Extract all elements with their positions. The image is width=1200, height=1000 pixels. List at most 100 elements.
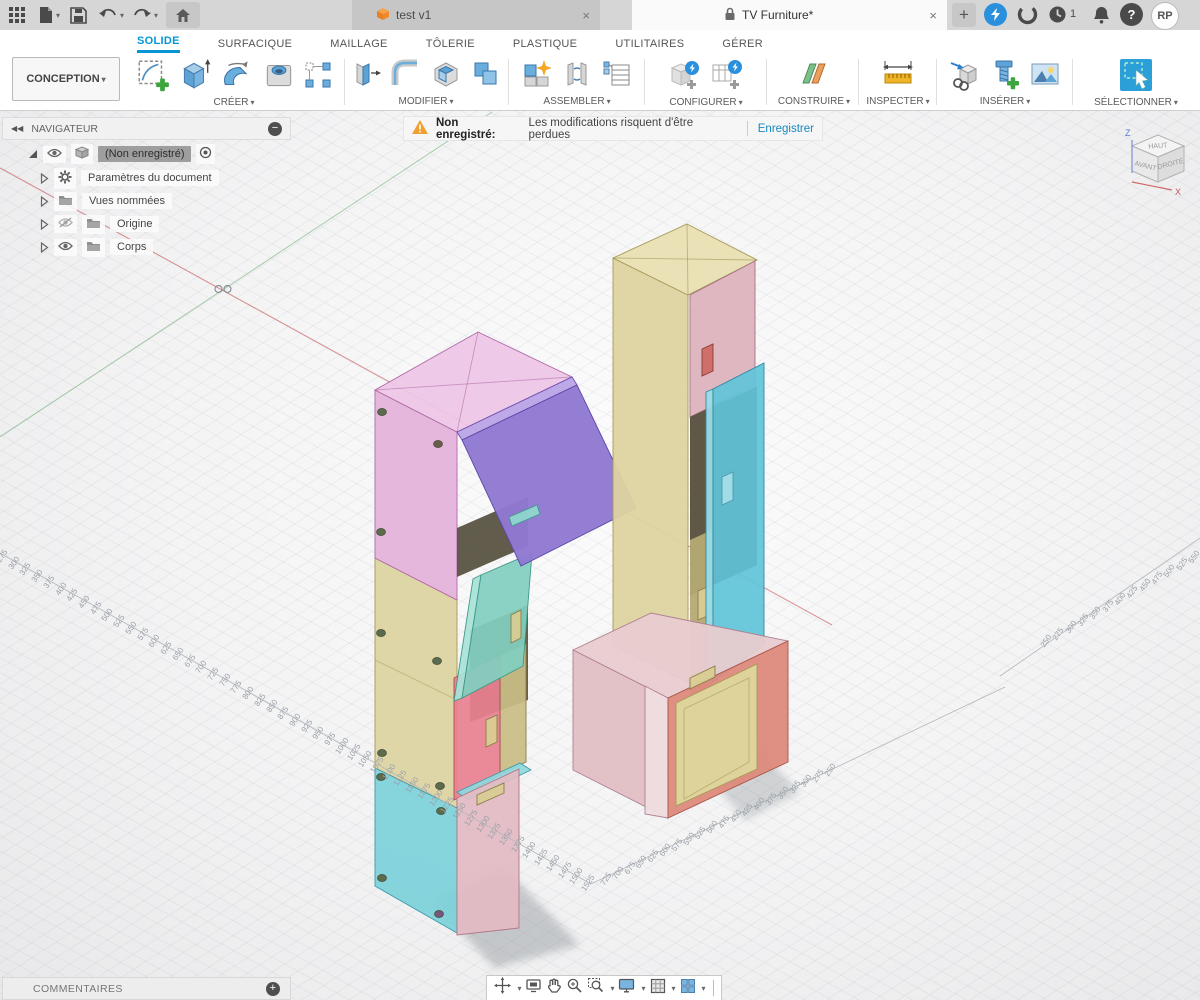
bom-table-button[interactable] [600,57,634,96]
collapse-panel-icon[interactable]: ◀◀ [11,124,23,133]
orbit-icon[interactable] [494,977,511,999]
create-sketch-button[interactable] [135,57,171,98]
tab-utilitaires[interactable]: UTILITAIRES [615,36,684,50]
close-tab-icon[interactable]: × [929,8,937,23]
door-handle [722,472,733,505]
history-clock-icon[interactable] [1046,3,1069,26]
insert-derive-button[interactable] [948,57,982,96]
close-tab-icon[interactable]: × [582,8,590,23]
group-label-inserer[interactable]: INSÉRER [980,96,1024,107]
construct-plane-button[interactable] [797,57,831,96]
file-menu-icon[interactable]: ▾ [38,0,60,30]
collapsed-arrow-icon[interactable] [40,219,49,230]
group-label-construire[interactable]: CONSTRUIRE [778,96,844,107]
undo-icon[interactable]: ▾ [98,0,124,30]
joint-button[interactable] [560,57,594,96]
zoom-window-icon[interactable] [587,977,604,999]
viewcube-z-axis-label: Z [1125,128,1131,138]
tab-plastique[interactable]: PLASTIQUE [513,36,577,50]
look-at-icon[interactable] [525,978,542,998]
viewcube-top-label[interactable]: HAUT [1148,142,1168,150]
configure-table-button[interactable] [709,57,745,98]
panel-minus-icon[interactable]: − [268,122,282,136]
notifications-bell-icon[interactable] [1090,3,1113,26]
configure-design-button[interactable] [667,57,703,98]
document-tab-active[interactable]: TV Furniture* × [632,0,947,30]
save-icon[interactable] [70,0,87,30]
visibility-eye-icon[interactable] [43,146,66,163]
tab-surfacique[interactable]: SURFACIQUE [218,36,293,50]
tab-solide[interactable]: SOLIDE [137,33,180,53]
avatar[interactable]: RP [1151,2,1179,30]
tree-item-document-settings[interactable]: Paramètres du document [40,168,219,188]
visibility-eye-off-icon[interactable] [54,215,77,233]
tab-gerer[interactable]: GÉRER [722,36,763,50]
collapsed-arrow-icon[interactable] [40,196,49,207]
group-label-creer[interactable]: CRÉER [213,97,248,108]
activate-radio-icon[interactable] [196,144,215,164]
tab-maillage[interactable]: MAILLAGE [330,36,387,50]
extrude-button[interactable] [177,57,213,98]
document-tab[interactable]: test v1 × [352,0,600,30]
new-tab-icon[interactable]: + [952,3,976,27]
tree-item-label[interactable]: Corps [110,239,153,255]
viewports-icon[interactable] [680,978,696,999]
pattern-button[interactable] [303,60,333,95]
new-component-button[interactable] [520,57,554,96]
document-tab-label: test v1 [396,8,431,22]
expand-arrow-icon[interactable] [28,149,38,159]
insert-image-button[interactable] [1028,57,1062,96]
workspace-selector[interactable]: CONCEPTION▾ [12,57,120,101]
ribbon-toolbar: CRÉER▾ MODIFIER▾ ASSEMBLER▾ CONFIGURER▾ … [0,55,1200,111]
grid-settings-icon[interactable] [650,978,666,999]
tab-tolerie[interactable]: TÔLERIE [426,36,475,50]
group-label-configurer[interactable]: CONFIGURER [669,97,736,108]
door-handle [511,610,521,643]
pan-icon[interactable] [546,978,562,999]
navigator-header[interactable]: ◀◀ NAVIGATEUR − [2,117,291,140]
panel-plus-icon[interactable]: + [266,982,280,996]
collapsed-arrow-icon[interactable] [40,173,49,184]
viewcube[interactable]: HAUT AVANT DROITE Z X [1118,120,1198,200]
revolve-button[interactable] [219,57,255,98]
insert-fastener-button[interactable] [988,57,1022,96]
save-link[interactable]: Enregistrer [758,123,814,135]
tree-item-label[interactable]: Vues nommées [82,193,172,209]
model-scene[interactable] [0,110,1200,1000]
left-cabinet[interactable] [375,332,636,935]
shell-button[interactable] [429,57,463,96]
app-grid-icon[interactable] [8,0,26,30]
home-view-icon[interactable] [166,2,200,28]
visibility-eye-icon[interactable] [54,239,77,256]
display-settings-icon[interactable] [618,978,635,998]
group-label-modifier[interactable]: MODIFIER [399,96,448,107]
measure-button[interactable] [881,57,915,96]
cube-icon [376,7,390,24]
tree-item-named-views[interactable]: Vues nommées [40,191,172,211]
tree-item-label[interactable]: (Non enregistré) [98,146,191,162]
zoom-icon[interactable] [566,977,583,999]
extensions-icon[interactable] [984,3,1007,26]
combine-button[interactable] [469,57,503,96]
select-button[interactable] [1117,56,1155,99]
tree-item-origin[interactable]: Origine [40,214,159,234]
comments-label: COMMENTAIRES [33,983,123,995]
tree-item-label[interactable]: Paramètres du document [81,170,219,186]
tree-item-bodies[interactable]: Corps [40,237,153,257]
job-status-icon[interactable] [1016,3,1039,26]
folder-icon [82,238,105,257]
tree-item-root[interactable]: (Non enregistré) [28,144,215,164]
fillet-button[interactable] [389,57,423,96]
help-icon[interactable]: ? [1120,3,1143,26]
hole-button[interactable] [261,57,297,98]
comments-panel-header[interactable]: COMMENTAIRES + [2,977,291,1000]
redo-icon[interactable]: ▾ [132,0,158,30]
group-label-assembler[interactable]: ASSEMBLER [543,96,604,107]
group-label-selectionner[interactable]: SÉLECTIONNER [1094,97,1172,108]
collapsed-arrow-icon[interactable] [40,242,49,253]
tree-item-label[interactable]: Origine [110,216,159,232]
press-pull-button[interactable] [349,57,383,96]
group-label-inspecter[interactable]: INSPECTER [866,96,923,107]
warning-message: Les modifications risquent d'être perdue… [529,117,737,141]
gear-icon [54,168,76,189]
